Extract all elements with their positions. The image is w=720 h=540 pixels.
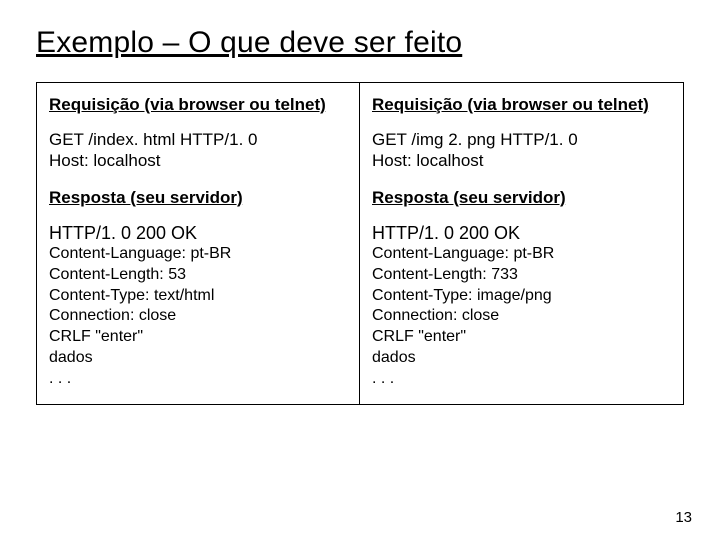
request-line-2: Host: localhost bbox=[49, 150, 347, 171]
response-heading: Resposta (seu servidor) bbox=[372, 188, 671, 208]
response-headers: Content-Language: pt-BR Content-Length: … bbox=[49, 244, 347, 390]
request-line-1: GET /img 2. png HTTP/1. 0 bbox=[372, 129, 671, 150]
request-heading: Requisição (via browser ou telnet) bbox=[49, 95, 347, 115]
response-status: HTTP/1. 0 200 OK bbox=[49, 222, 347, 245]
page-number: 13 bbox=[675, 509, 692, 526]
header-line: Content-Language: pt-BR bbox=[49, 244, 347, 265]
request-line-1: GET /index. html HTTP/1. 0 bbox=[49, 129, 347, 150]
request-block: GET /img 2. png HTTP/1. 0 Host: localhos… bbox=[372, 129, 671, 172]
header-line: dados bbox=[49, 348, 347, 369]
header-line: Connection: close bbox=[372, 306, 671, 327]
request-line-2: Host: localhost bbox=[372, 150, 671, 171]
request-block: GET /index. html HTTP/1. 0 Host: localho… bbox=[49, 129, 347, 172]
header-line: Content-Type: image/png bbox=[372, 286, 671, 307]
response-heading: Resposta (seu servidor) bbox=[49, 188, 347, 208]
header-line: CRLF "enter" bbox=[372, 327, 671, 348]
header-line: . . . bbox=[49, 369, 347, 390]
header-line: dados bbox=[372, 348, 671, 369]
header-line: Content-Length: 733 bbox=[372, 265, 671, 286]
header-line: Content-Type: text/html bbox=[49, 286, 347, 307]
slide: Exemplo – O que deve ser feito Requisiçã… bbox=[0, 0, 720, 540]
columns: Requisição (via browser ou telnet) GET /… bbox=[36, 82, 684, 405]
right-column: Requisição (via browser ou telnet) GET /… bbox=[360, 82, 684, 405]
request-heading: Requisição (via browser ou telnet) bbox=[372, 95, 671, 115]
response-status: HTTP/1. 0 200 OK bbox=[372, 222, 671, 245]
header-line: Connection: close bbox=[49, 306, 347, 327]
header-line: . . . bbox=[372, 369, 671, 390]
response-headers: Content-Language: pt-BR Content-Length: … bbox=[372, 244, 671, 390]
header-line: CRLF "enter" bbox=[49, 327, 347, 348]
header-line: Content-Language: pt-BR bbox=[372, 244, 671, 265]
left-column: Requisição (via browser ou telnet) GET /… bbox=[36, 82, 360, 405]
slide-title: Exemplo – O que deve ser feito bbox=[36, 26, 684, 60]
header-line: Content-Length: 53 bbox=[49, 265, 347, 286]
